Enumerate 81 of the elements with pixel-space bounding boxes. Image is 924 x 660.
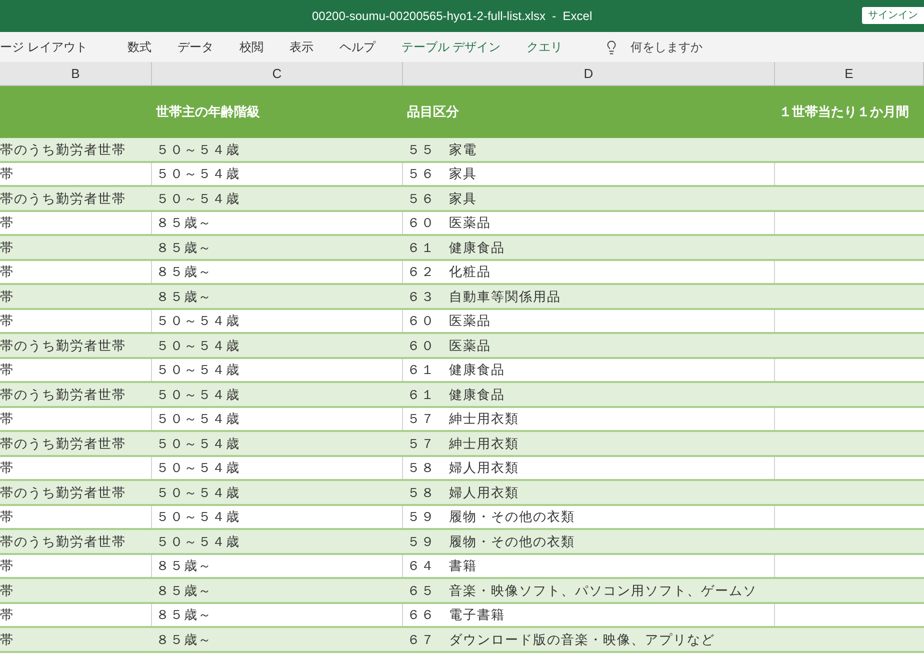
table-cell-text: ５０～５４歳 (156, 434, 240, 452)
table-cell-text: ６１ 健康食品 (407, 238, 505, 256)
table-cell-text: ８５歳～ (156, 214, 212, 232)
table-cell-text: ５０～５４歳 (156, 532, 240, 550)
table-cell-text: ６１ 健康食品 (407, 386, 505, 404)
column-header[interactable]: C (152, 62, 403, 85)
table-cell-text: 帯のうち勤労者世帯 (0, 532, 126, 550)
ribbon-tab[interactable]: クエリ (514, 38, 576, 56)
table-cell-text: 帯 (0, 630, 14, 648)
table-cell-text: ５８ 婦人用衣類 (407, 459, 519, 477)
table-cell-text: 帯 (0, 582, 14, 600)
table-cell-text: ８５歳～ (156, 238, 212, 256)
table-cell-text: ５５ 家電 (407, 140, 477, 158)
window-title: 00200-soumu-00200565-hyo1-2-full-list.xlsx - Excel (312, 8, 592, 25)
table-cell-text: ５０～５４歳 (156, 312, 240, 330)
table-cell-text: ５８ 婦人用衣類 (407, 484, 519, 502)
column-header[interactable]: B (0, 62, 152, 85)
column-header[interactable]: E (775, 62, 924, 85)
table-cell-text: ６６ 電子書籍 (407, 606, 505, 624)
table-cell-text: ６０ 医薬品 (407, 214, 491, 232)
table-cell-text: ５７ 紳士用衣類 (407, 410, 519, 428)
table-cell-text: 帯のうち勤労者世帯 (0, 484, 126, 502)
ribbon-tab[interactable]: 数式 (114, 38, 164, 56)
table-cell-text: ５６ 家具 (407, 190, 477, 208)
table-cell-text: 帯 (0, 288, 14, 306)
table-cell-text: ６７ ダウンロード版の音楽・映像、アプリなど (407, 630, 715, 648)
table-cell-text: ８５歳～ (156, 557, 212, 575)
table-cell-text: ５０～５４歳 (156, 336, 240, 354)
table-cell-text: ８５歳～ (156, 288, 212, 306)
column-header[interactable]: D (403, 62, 775, 85)
table-cell-text: ５０～５４歳 (156, 459, 240, 477)
table-cell-text: 帯 (0, 557, 14, 575)
table-cell-text: ６４ 書籍 (407, 557, 477, 575)
table-cell-text: ６０ 医薬品 (407, 312, 491, 330)
table-cell-text: ６５ 音楽・映像ソフト、パソコン用ソフト、ゲームソ (407, 582, 757, 600)
table-cell-text: ５７ 紳士用衣類 (407, 434, 519, 452)
table-cell-text: ５９ 履物・その他の衣類 (407, 532, 575, 550)
table-header-cell-text: 品目区分 (407, 103, 459, 122)
table-cell-text: 帯のうち勤労者世帯 (0, 336, 126, 354)
table-cell-text: ８５歳～ (156, 606, 212, 624)
table-cell-text: ８５歳～ (156, 630, 212, 648)
table-cell-text: ５０～５４歳 (156, 410, 240, 428)
ribbon-tab[interactable]: ヘルプ (326, 38, 388, 56)
table-cell-text: ６３ 自動車等関係用品 (407, 288, 561, 306)
ribbon-tab[interactable]: データ (164, 38, 226, 56)
table-cell-text: 帯 (0, 508, 14, 526)
table-cell-text: 帯 (0, 606, 14, 624)
table-cell-text: 帯 (0, 263, 14, 281)
table-cell-text: ５０～５４歳 (156, 386, 240, 404)
table-cell-text: ５０～５４歳 (156, 508, 240, 526)
table-cell-text: ５６ 家具 (407, 165, 477, 183)
sign-in-button[interactable]: サインイン (862, 7, 924, 24)
table-cell-text: 帯 (0, 165, 14, 183)
ribbon-tab[interactable]: テーブル デザイン (388, 38, 514, 56)
table-cell-text: ６２ 化粧品 (407, 263, 491, 281)
table-cell-text: ５０～５４歳 (156, 361, 240, 379)
table-cell-text: 帯 (0, 459, 14, 477)
table-header-cell-text: 世帯主の年齢階級 (156, 103, 260, 122)
tell-me-field[interactable]: 何をしますか (630, 38, 703, 56)
table-cell-text: 帯のうち勤労者世帯 (0, 434, 126, 452)
table-cell-text: ５０～５４歳 (156, 165, 240, 183)
table-cell-text: 帯 (0, 410, 14, 428)
table-cell-text: ５０～５４歳 (156, 140, 240, 158)
table-cell-text: ８５歳～ (156, 582, 212, 600)
table-cell-text: ６０ 医薬品 (407, 336, 491, 354)
table-cell-text: 帯のうち勤労者世帯 (0, 190, 126, 208)
table-cell-text: 帯 (0, 214, 14, 232)
table-cell-text: ６１ 健康食品 (407, 361, 505, 379)
ribbon-tab[interactable]: ージ レイアウト (0, 38, 114, 56)
table-cell-text: ８５歳～ (156, 263, 212, 281)
table-cell-text: 帯のうち勤労者世帯 (0, 140, 126, 158)
ribbon-tab[interactable]: 表示 (276, 38, 326, 56)
table-header-cell-text: １世帯当たり１か月間 (779, 103, 909, 122)
table-cell-text: 帯 (0, 361, 14, 379)
table-cell-text: ５０～５４歳 (156, 190, 240, 208)
table-cell-text: ５９ 履物・その他の衣類 (407, 508, 575, 526)
table-cell-text: 帯 (0, 312, 14, 330)
table-cell-text: 帯 (0, 238, 14, 256)
table-cell-text: 帯のうち勤労者世帯 (0, 386, 126, 404)
table-cell-text: ５０～５４歳 (156, 484, 240, 502)
ribbon-tab[interactable]: 校閲 (226, 38, 276, 56)
